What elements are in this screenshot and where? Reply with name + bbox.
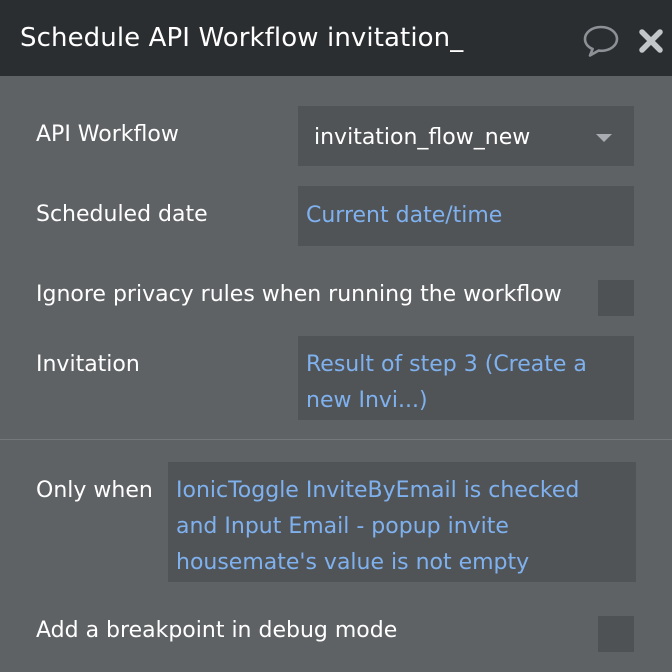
breakpoint-label: Add a breakpoint in debug mode [36, 618, 398, 643]
scheduled-date-value: Current date/time [306, 203, 503, 228]
only-when-value-line1: IonicToggle InviteByEmail is checked [176, 478, 580, 503]
api-workflow-value: invitation_flow_new [314, 125, 531, 150]
scheduled-date-field[interactable]: Current date/time [298, 186, 634, 246]
close-icon[interactable] [638, 28, 664, 54]
panel-title: Schedule API Workflow invitation_ [20, 23, 464, 53]
api-workflow-label: API Workflow [36, 122, 179, 147]
api-workflow-dropdown[interactable]: invitation_flow_new [298, 106, 634, 166]
ignore-privacy-label: Ignore privacy rules when running the wo… [36, 282, 562, 307]
comment-icon[interactable] [582, 24, 620, 58]
breakpoint-checkbox[interactable] [598, 616, 634, 652]
panel-header: Schedule API Workflow invitation_ [0, 0, 672, 76]
workflow-action-panel: Schedule API Workflow invitation_ API Wo… [0, 0, 672, 672]
invitation-value-line1: Result of step 3 (Create a [306, 352, 587, 377]
ignore-privacy-checkbox[interactable] [598, 280, 634, 316]
invitation-field[interactable]: Result of step 3 (Create a new Invi...) [298, 336, 634, 420]
chevron-down-icon [596, 134, 612, 142]
only-when-condition-field[interactable]: IonicToggle InviteByEmail is checked and… [168, 462, 636, 582]
only-when-label: Only when [36, 478, 153, 503]
scheduled-date-label: Scheduled date [36, 202, 208, 227]
only-when-value-line3: housemate's value is not empty [176, 550, 530, 575]
invitation-value-line2: new Invi...) [306, 388, 428, 413]
only-when-value-line2: and Input Email - popup invite [176, 514, 509, 539]
invitation-label: Invitation [36, 352, 140, 377]
section-divider [0, 439, 672, 440]
